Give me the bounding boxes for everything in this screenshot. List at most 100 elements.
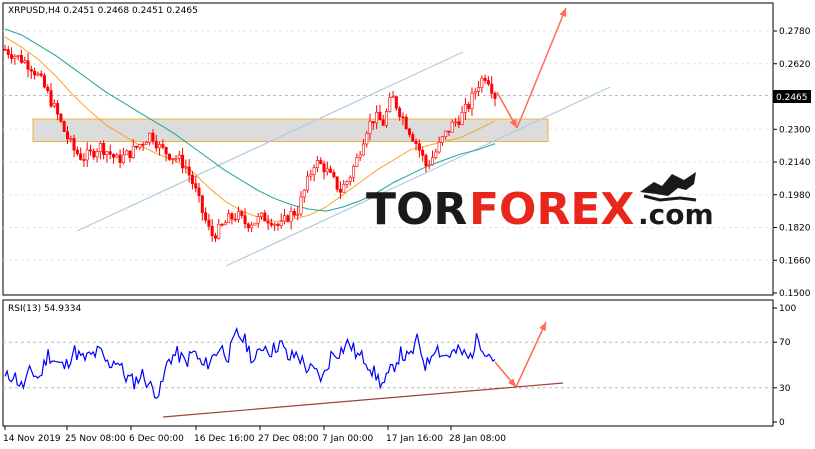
candle-body (378, 111, 382, 121)
candle-body (302, 189, 306, 198)
candle-body (240, 211, 244, 216)
candle-body (338, 189, 342, 193)
time-tick-label: 14 Nov 2019 (3, 434, 61, 444)
candle-body (398, 107, 402, 118)
candle-body (253, 222, 257, 226)
rsi-tick-label: 70 (779, 338, 791, 348)
candle-body (427, 164, 431, 167)
candle-body (171, 158, 175, 160)
candle-body (319, 160, 323, 164)
candle-body (473, 91, 477, 94)
candle-body (289, 211, 293, 222)
candle-body (404, 116, 408, 130)
candle-body (421, 149, 425, 156)
candle-body (213, 235, 217, 239)
current-price-tag: 0.2465 (773, 90, 811, 103)
candle-body (16, 55, 20, 57)
candle-body (440, 136, 444, 143)
candle-body (118, 154, 122, 163)
candle-body (82, 159, 86, 161)
candle-body (19, 55, 23, 63)
rsi-tick-label: 0 (779, 418, 785, 428)
candle-body (13, 56, 17, 59)
candle-body (52, 103, 56, 107)
candle-body (141, 143, 145, 146)
candle-body (325, 168, 329, 173)
candle-body (207, 219, 211, 227)
candle-body (220, 224, 224, 226)
candle-body (388, 97, 392, 112)
rsi-header: RSI(13) 54.9334 (8, 304, 81, 314)
candle-body (467, 104, 471, 110)
price-tick-label: 0.2620 (779, 60, 811, 70)
candle-body (236, 211, 240, 220)
candle-body (260, 212, 264, 217)
candle-body (437, 141, 441, 153)
candle-body (299, 196, 303, 215)
candle-body (431, 157, 435, 166)
candle-body (230, 213, 234, 220)
main-panel (2, 2, 774, 296)
candle-body (95, 151, 99, 158)
candle-body (276, 223, 280, 226)
time-tick-label: 17 Jan 16:00 (386, 434, 443, 444)
rsi-y-axis: 100 70 30 0 (773, 304, 796, 428)
candle-body (177, 154, 181, 159)
candle-body (200, 195, 204, 213)
price-tick-label: 0.1500 (779, 289, 811, 299)
candle-body (483, 78, 487, 81)
candle-body (335, 176, 339, 190)
candle-body (92, 150, 96, 158)
candle-body (135, 145, 139, 148)
candle-body (65, 131, 69, 140)
candle-body (210, 225, 214, 237)
candle-body (493, 93, 497, 99)
candle-body (355, 157, 359, 167)
candle-body (29, 69, 33, 72)
candle-body (89, 149, 93, 152)
time-tick-label: 6 Dec 00:00 (129, 434, 184, 444)
candle-body (204, 212, 208, 221)
candle-body (365, 133, 369, 145)
candle-body (72, 138, 76, 151)
candle-body (250, 224, 254, 229)
candle-body (342, 184, 346, 193)
time-tick-label: 7 Jan 00:00 (322, 434, 374, 444)
candle-body (161, 144, 165, 148)
candle-body (42, 75, 46, 88)
symbol-header: XRPUSD,H4 0.2451 0.2468 0.2451 0.2465 (8, 6, 198, 16)
candle-body (98, 142, 102, 152)
price-y-axis: 0.2780 0.2620 0.2300 0.2140 0.1980 0.1820 0.16… (773, 27, 811, 299)
candle-body (46, 86, 50, 91)
candle-body (401, 116, 405, 119)
candle-body (223, 222, 227, 226)
candle-body (450, 121, 454, 133)
candle-body (39, 73, 43, 76)
rsi-tick-label: 30 (779, 384, 791, 394)
candle-body (454, 121, 458, 124)
candle-body (470, 92, 474, 110)
candle-body (144, 142, 148, 145)
candle-body (138, 143, 142, 148)
candle-body (315, 160, 319, 168)
price-tick-label: 0.2140 (779, 158, 811, 168)
candle-body (444, 130, 448, 137)
candle-body (108, 151, 112, 155)
candle-body (480, 78, 484, 88)
candle-body (269, 222, 273, 226)
candle-body (174, 157, 178, 160)
candle-body (115, 154, 119, 158)
candle-body (217, 224, 221, 239)
time-tick-label: 27 Dec 08:00 (258, 434, 319, 444)
candle-body (312, 167, 316, 175)
candle-body (457, 121, 461, 125)
candle-body (391, 96, 395, 98)
candle-body (361, 143, 365, 156)
rsi-tick-label: 100 (779, 304, 796, 314)
candle-body (463, 104, 467, 113)
candle-body (434, 151, 438, 158)
candle-body (345, 181, 349, 185)
candle-body (125, 150, 129, 156)
time-tick-label: 25 Nov 08:00 (65, 434, 126, 444)
candle-body (102, 142, 106, 155)
